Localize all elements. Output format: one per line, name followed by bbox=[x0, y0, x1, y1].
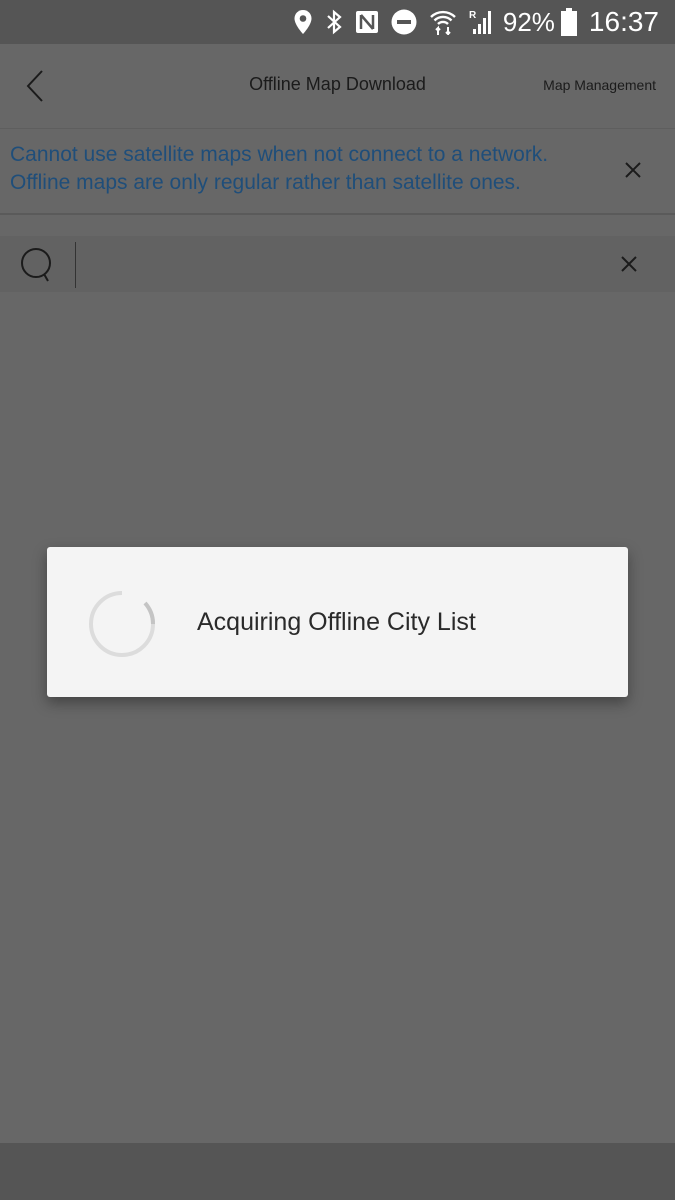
search-clear-button[interactable] bbox=[619, 254, 639, 274]
bluetooth-icon bbox=[325, 9, 343, 35]
do-not-disturb-icon bbox=[391, 9, 417, 35]
banner-message-line-1: Cannot use satellite maps when not conne… bbox=[10, 143, 549, 166]
navigation-bar bbox=[0, 1143, 675, 1200]
signal-roaming-icon: R bbox=[469, 9, 495, 35]
loading-message: Acquiring Offline City List bbox=[197, 608, 476, 636]
loading-dialog: Acquiring Offline City List bbox=[47, 547, 628, 697]
search-icon bbox=[18, 244, 58, 284]
app-header: Offline Map Download Map Management bbox=[0, 44, 675, 129]
offline-notice-banner: Cannot use satellite maps when not conne… bbox=[0, 129, 675, 215]
close-icon bbox=[621, 256, 637, 272]
close-icon bbox=[625, 162, 641, 178]
nfc-icon bbox=[355, 10, 379, 34]
battery-icon bbox=[560, 8, 577, 36]
loading-spinner-icon bbox=[87, 589, 157, 659]
location-icon bbox=[293, 9, 313, 35]
banner-close-button[interactable] bbox=[623, 160, 643, 180]
battery-percent: 92% bbox=[502, 6, 555, 37]
map-management-button[interactable]: Map Management bbox=[543, 77, 656, 93]
svg-text:R: R bbox=[469, 10, 477, 21]
banner-message: Cannot use satellite maps when not conne… bbox=[10, 141, 600, 197]
wifi-icon bbox=[429, 9, 457, 35]
city-search-input[interactable] bbox=[75, 242, 606, 288]
clock: 16:37 bbox=[588, 6, 659, 37]
search-bar bbox=[0, 236, 675, 292]
banner-message-line-2: Offline maps are only regular rather tha… bbox=[10, 171, 521, 194]
status-bar: R 92% 16:37 bbox=[0, 0, 675, 44]
